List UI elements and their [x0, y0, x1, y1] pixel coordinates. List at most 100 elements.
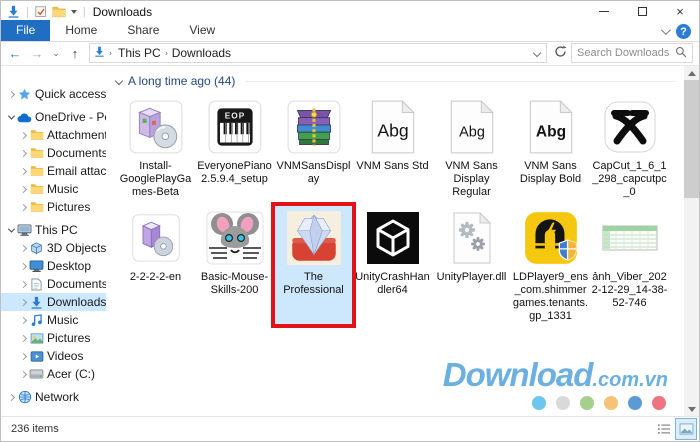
- sidebar-item-label: Desktop: [47, 259, 91, 273]
- tab-view[interactable]: View: [174, 20, 230, 41]
- expander-chevron-icon[interactable]: [20, 203, 27, 210]
- sidebar-item-music[interactable]: Music: [1, 311, 106, 329]
- expander-chevron-icon[interactable]: [8, 225, 15, 232]
- sidebar-item-documents[interactable]: Documents: [1, 275, 106, 293]
- maximize-button[interactable]: [623, 1, 661, 22]
- refresh-icon[interactable]: [551, 45, 569, 61]
- explorer-window: | | Downloads × FileHomeShareView ? ← → …: [0, 0, 700, 442]
- sidebar-item-quick-access[interactable]: Quick access: [1, 85, 106, 103]
- expander-chevron-icon[interactable]: [20, 298, 27, 305]
- search-box[interactable]: [571, 43, 693, 63]
- sidebar-item-pictures[interactable]: Pictures: [1, 198, 106, 216]
- sidebar-item-this-pc[interactable]: This PC: [1, 221, 106, 239]
- qat-customize-icon[interactable]: [71, 10, 77, 14]
- watermark-main: Download: [443, 356, 593, 393]
- sidebar-item-desktop[interactable]: Desktop: [1, 257, 106, 275]
- file-tile-unitycrashhandler64[interactable]: UnityCrashHandler64: [353, 205, 432, 325]
- scroll-up-icon[interactable]: [684, 66, 699, 80]
- music-icon: [29, 313, 44, 327]
- scroll-down-icon[interactable]: [684, 402, 699, 416]
- expander-chevron-icon[interactable]: [20, 244, 27, 251]
- close-button[interactable]: ×: [661, 1, 699, 22]
- file-tile-basic-mouse-skills-200[interactable]: Basic-Mouse-Skills-200: [195, 205, 274, 325]
- folder-icon: [29, 200, 44, 214]
- back-button[interactable]: ←: [5, 44, 25, 63]
- expander-chevron-icon[interactable]: [20, 185, 27, 192]
- file-tile-vnm-sans-display-bold[interactable]: Abg VNM Sans Display Bold: [511, 94, 590, 201]
- sidebar-item-attachments[interactable]: Attachments: [1, 126, 106, 144]
- file-name: Basic-Mouse-Skills-200: [196, 271, 273, 297]
- expander-chevron-icon[interactable]: [20, 316, 27, 323]
- tab-file[interactable]: File: [1, 20, 50, 41]
- properties-icon[interactable]: [35, 6, 47, 18]
- expander-chevron-icon[interactable]: [20, 262, 27, 269]
- breadcrumb-item[interactable]: Downloads: [170, 46, 233, 60]
- expander-chevron-icon[interactable]: [8, 90, 15, 97]
- watermark-dot: [652, 396, 666, 410]
- sidebar-item-email-attachme[interactable]: Email attachme: [1, 162, 106, 180]
- large-icons-view-button[interactable]: [675, 418, 697, 440]
- tab-home[interactable]: Home: [50, 20, 112, 41]
- ribbon-expand-icon[interactable]: [661, 25, 671, 35]
- address-field[interactable]: › This PC›Downloads: [89, 43, 547, 63]
- sidebar-item-onedrive-persc[interactable]: OneDrive - Persc: [1, 108, 106, 126]
- file-tile-everyonepiano2-5-9-4-setup[interactable]: EOP EveryonePiano2.5.9.4_setup: [195, 94, 274, 201]
- file-tile-vnm-sans-std[interactable]: Abg VNM Sans Std: [353, 94, 432, 201]
- expander-chevron-icon[interactable]: [20, 334, 27, 341]
- file-tile--nh-viber-2022-12-29-14-38-52-746[interactable]: ảnh_Viber_2022-12-29_14-38-52-746: [590, 205, 669, 325]
- file-tile-unityplayer-dll[interactable]: UnityPlayer.dll: [432, 205, 511, 325]
- breadcrumb-item[interactable]: This PC: [116, 46, 163, 60]
- sidebar-item-label: Acer (C:): [47, 367, 95, 381]
- file-name: CapCut_1_6_1_298_capcutpc_0: [591, 160, 668, 199]
- expander-chevron-icon[interactable]: [20, 280, 27, 287]
- items-count: 236 items: [11, 423, 59, 435]
- sidebar-item-network[interactable]: Network: [1, 388, 106, 406]
- expander-chevron-icon[interactable]: [8, 393, 15, 400]
- group-collapse-icon[interactable]: [115, 77, 123, 85]
- sidebar-item-acer-c-[interactable]: Acer (C:): [1, 365, 106, 383]
- picture-icon: [29, 331, 44, 345]
- forward-button[interactable]: →: [27, 44, 47, 63]
- file-name: VNM Sans Std: [356, 160, 428, 173]
- sidebar-item-pictures[interactable]: Pictures: [1, 329, 106, 347]
- sidebar-item-3d-objects[interactable]: 3D Objects: [1, 239, 106, 257]
- sidebar-item-downloads[interactable]: Downloads: [1, 293, 106, 311]
- search-icon: [675, 46, 687, 61]
- sidebar-item-label: Music: [47, 182, 78, 196]
- expander-chevron-icon[interactable]: [20, 167, 27, 174]
- details-view-button[interactable]: [653, 418, 675, 440]
- expander-chevron-icon[interactable]: [8, 112, 15, 119]
- sidebar-item-music[interactable]: Music: [1, 180, 106, 198]
- minimize-button[interactable]: [585, 1, 623, 22]
- file-tile-install-googleplaygames-beta[interactable]: Install-GooglePlayGames-Beta: [116, 94, 195, 201]
- file-tile-capcut-1-6-1-298-capcutpc-0[interactable]: CapCut_1_6_1_298_capcutpc_0: [590, 94, 669, 201]
- address-dropdown-icon[interactable]: [533, 49, 541, 57]
- file-tile-2-2-2-2-en[interactable]: 2-2-2-2-en: [116, 205, 195, 325]
- ribbon-right-controls: ?: [653, 24, 699, 41]
- sidebar-item-videos[interactable]: Videos: [1, 347, 106, 365]
- recent-locations-icon[interactable]: ⌄: [49, 44, 63, 63]
- file-tile-the-professional[interactable]: The Professional: [274, 205, 353, 325]
- group-header[interactable]: A long time ago (44): [116, 72, 684, 90]
- file-tile-vnm-sans-display-regular[interactable]: Abg VNM Sans Display Regular: [432, 94, 511, 201]
- tab-share[interactable]: Share: [112, 20, 174, 41]
- new-folder-icon[interactable]: [52, 6, 66, 18]
- help-icon[interactable]: ?: [676, 24, 691, 39]
- up-button[interactable]: ↑: [65, 44, 85, 63]
- file-tile-vnmsansdisplay[interactable]: VNMSansDisplay: [274, 94, 353, 201]
- installer-cd-icon: [125, 96, 187, 158]
- scrollbar-thumb[interactable]: [684, 80, 699, 198]
- expander-chevron-icon[interactable]: [20, 352, 27, 359]
- doc-icon: [29, 277, 44, 291]
- expander-chevron-icon[interactable]: [20, 370, 27, 377]
- search-input[interactable]: [577, 47, 671, 59]
- expander-chevron-icon[interactable]: [20, 131, 27, 138]
- sidebar-item-documents[interactable]: Documents: [1, 144, 106, 162]
- file-tile-ldplayer9-ens-com-shimmergames-tenants-g[interactable]: LDPlayer9_ens_com.shimmergames.tenants.g…: [511, 205, 590, 325]
- expander-chevron-icon[interactable]: [20, 149, 27, 156]
- address-bar: ← → ⌄ ↑ › This PC›Downloads: [1, 42, 699, 66]
- file-name: EveryonePiano2.5.9.4_setup: [196, 160, 273, 186]
- capcut-icon: [599, 96, 661, 158]
- vertical-scrollbar[interactable]: [684, 66, 699, 416]
- group-header-label: A long time ago (44): [128, 74, 235, 88]
